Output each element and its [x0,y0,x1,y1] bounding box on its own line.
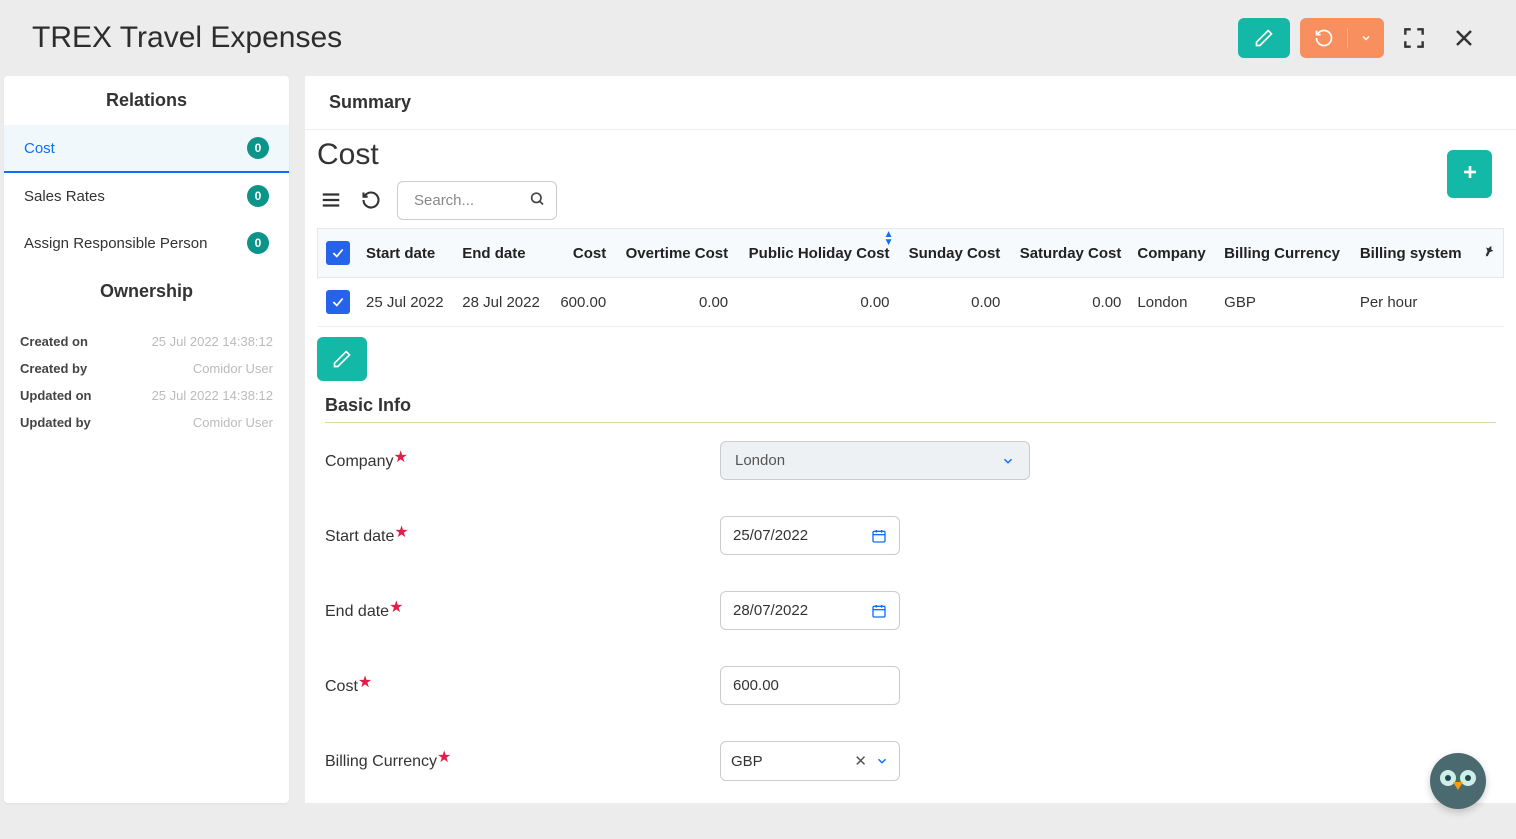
col-sunday[interactable]: Sunday Cost [898,229,1009,278]
updated-on-label: Updated on [20,388,92,403]
updated-on-value: 25 Jul 2022 14:38:12 [152,388,273,403]
count-badge: 0 [247,232,269,254]
count-badge: 0 [247,137,269,159]
billing-currency-select[interactable]: GBP ✕ [720,741,900,781]
cell-saturday: 0.00 [1008,278,1129,327]
count-badge: 0 [247,185,269,207]
close-button[interactable] [1444,18,1484,58]
add-button[interactable] [1447,150,1492,198]
tab-summary[interactable]: Summary [305,76,1516,130]
owl-icon [1438,766,1478,796]
edit-button[interactable] [1238,18,1290,58]
cell-overtime: 0.00 [614,278,736,327]
end-date-label: End date★ [325,601,720,621]
end-date-input[interactable]: 28/07/2022 [720,591,900,630]
calendar-icon [871,528,887,544]
ownership-header: Ownership [4,267,289,316]
col-start-date[interactable]: Start date [358,229,454,278]
menu-button[interactable] [317,180,345,220]
sidebar-item-label: Sales Rates [24,188,105,205]
reload-icon [361,190,381,210]
row-checkbox[interactable] [326,290,350,314]
pencil-icon [1254,28,1274,48]
cell-billing-system: Per hour [1352,278,1473,327]
pencil-icon [332,349,352,369]
start-date-label: Start date★ [325,526,720,546]
cost-input[interactable] [720,666,900,705]
calendar-icon [871,603,887,619]
col-billing-currency[interactable]: Billing Currency [1216,229,1352,278]
cell-end-date: 28 Jul 2022 [454,278,550,327]
cell-public-holiday: 0.00 [736,278,897,327]
col-cost[interactable]: Cost [551,229,615,278]
hamburger-icon [320,189,342,211]
col-company[interactable]: Company [1129,229,1216,278]
cell-cost: 600.00 [551,278,615,327]
start-date-value: 25/07/2022 [733,527,808,544]
page-title: TREX Travel Expenses [32,21,342,55]
col-overtime[interactable]: Overtime Cost [614,229,736,278]
sidebar-item-cost[interactable]: Cost 0 [4,125,289,173]
sidebar-item-label: Cost [24,140,55,157]
start-date-input[interactable]: 25/07/2022 [720,516,900,555]
select-all-checkbox[interactable] [326,241,350,265]
fullscreen-button[interactable] [1394,18,1434,58]
sync-dropdown-button[interactable] [1300,18,1384,58]
col-billing-system[interactable]: Billing system [1352,229,1473,278]
search-icon [529,191,545,210]
cell-sunday: 0.00 [898,278,1009,327]
refresh-cloud-icon [1314,28,1334,48]
chevron-down-icon [1360,32,1372,44]
table-row[interactable]: 25 Jul 2022 28 Jul 2022 600.00 0.00 0.00… [318,278,1504,327]
cost-table: Start date End date Cost Overtime Cost P… [317,228,1504,327]
cell-company: London [1129,278,1216,327]
sort-indicator-icon: ▲▼ [884,231,894,247]
sidebar-item-assign-responsible[interactable]: Assign Responsible Person 0 [4,220,289,267]
updated-by-label: Updated by [20,415,91,430]
sidebar: Relations Cost 0 Sales Rates 0 Assign Re… [4,76,289,803]
cell-billing-currency: GBP [1216,278,1352,327]
chevron-down-icon [1001,454,1015,468]
section-title-cost: Cost [305,130,1447,172]
end-date-value: 28/07/2022 [733,602,808,619]
clear-icon[interactable]: ✕ [854,752,867,770]
maximize-icon [1401,25,1427,51]
edit-row-button[interactable] [317,337,367,381]
cost-label: Cost★ [325,676,720,696]
cell-start-date: 25 Jul 2022 [358,278,454,327]
col-saturday[interactable]: Saturday Cost [1008,229,1129,278]
sidebar-item-sales-rates[interactable]: Sales Rates 0 [4,173,289,220]
company-label: Company★ [325,451,720,471]
relations-header: Relations [4,76,289,125]
basic-info-header: Basic Info [325,395,1496,423]
company-value: London [735,452,785,469]
billing-currency-value: GBP [731,753,763,770]
created-by-label: Created by [20,361,87,376]
created-on-value: 25 Jul 2022 14:38:12 [152,334,273,349]
col-public-holiday[interactable]: Public Holiday Cost▲▼ [736,229,897,278]
pin-icon [1477,241,1498,265]
col-end-date[interactable]: End date [454,229,550,278]
created-on-label: Created on [20,334,88,349]
chevron-down-icon [875,754,889,768]
billing-currency-label: Billing Currency★ [325,751,720,771]
plus-icon [1462,164,1478,180]
reload-button[interactable] [357,180,385,220]
company-select[interactable]: London [720,441,1030,480]
assistant-button[interactable] [1430,753,1486,809]
col-pin[interactable] [1473,229,1504,278]
main-panel: Summary Cost [305,76,1516,803]
close-icon [1452,26,1476,50]
sidebar-item-label: Assign Responsible Person [24,235,207,252]
ownership-panel: Created on 25 Jul 2022 14:38:12 Created b… [4,316,289,448]
created-by-value: Comidor User [193,361,273,376]
updated-by-value: Comidor User [193,415,273,430]
